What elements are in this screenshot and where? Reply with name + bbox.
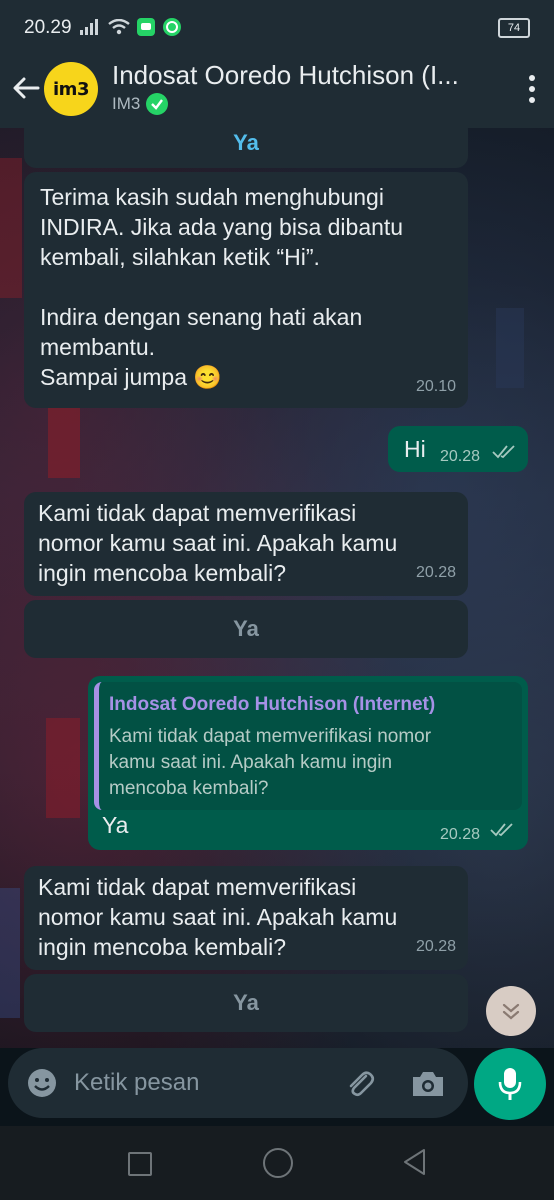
battery-indicator: 74 xyxy=(498,18,530,38)
message-time: 20.28 xyxy=(440,826,481,843)
message-text: Terima kasih sudah menghubungi INDIRA. J… xyxy=(40,184,404,390)
contact-name[interactable]: Indosat Ooredo Hutchison (I... xyxy=(112,60,484,91)
wifi-icon xyxy=(108,19,130,35)
nav-back-icon[interactable] xyxy=(402,1148,426,1176)
quoted-message[interactable]: Indosat Ooredo Hutchison (Internet) Kami… xyxy=(94,682,522,810)
read-ticks-icon xyxy=(490,823,513,837)
message-time: 20.28 xyxy=(415,938,456,955)
message-text: Kami tidak dapat memverifikasi nomor kam… xyxy=(38,500,398,586)
recents-button[interactable] xyxy=(128,1152,152,1176)
quoted-text: Kami tidak dapat memverifikasi nomor kam… xyxy=(109,726,432,799)
chat-notification-icon xyxy=(137,18,155,36)
read-ticks-icon xyxy=(492,445,515,459)
camera-icon[interactable] xyxy=(410,1068,446,1100)
scroll-down-button[interactable] xyxy=(486,986,536,1036)
quick-reply-button[interactable]: Ya xyxy=(24,600,468,658)
menu-dots-icon[interactable] xyxy=(528,74,536,104)
mic-button[interactable] xyxy=(474,1048,546,1120)
message-text: Hi xyxy=(404,436,426,462)
background-sign xyxy=(48,408,80,478)
contact-subtitle: IM3 xyxy=(112,93,169,115)
status-icons xyxy=(80,17,182,37)
incoming-message: Kami tidak dapat memverifikasi nomor kam… xyxy=(24,866,468,970)
outgoing-message: Hi 20.28 xyxy=(388,426,528,472)
home-button[interactable] xyxy=(263,1148,293,1178)
mic-icon xyxy=(498,1068,522,1100)
message-input[interactable]: Ketik pesan xyxy=(74,1069,199,1097)
verified-icon xyxy=(146,93,169,115)
attach-icon[interactable] xyxy=(342,1066,378,1102)
message-time: 20.28 xyxy=(440,448,481,465)
message-time: 20.10 xyxy=(415,378,456,395)
background-sign xyxy=(496,308,524,388)
chat-header: im3 Indosat Ooredo Hutchison (I... IM3 xyxy=(0,56,554,128)
avatar-logo-text: im3 xyxy=(53,78,89,100)
scroll-down-icon xyxy=(502,1003,520,1020)
status-bar: 20.29 74 xyxy=(0,0,554,56)
incoming-message: Kami tidak dapat memverifikasi nomor kam… xyxy=(24,492,468,596)
background-sign xyxy=(46,718,80,818)
message-text: Ya xyxy=(102,812,129,838)
contact-subtitle-text: IM3 xyxy=(112,94,141,113)
message-time: 20.28 xyxy=(415,564,456,581)
chat-area[interactable]: Ya Terima kasih sudah menghubungi INDIRA… xyxy=(0,128,554,1048)
status-time: 20.29 xyxy=(24,17,72,38)
quick-reply-button[interactable]: Ya xyxy=(24,128,468,168)
whatsapp-notification-icon xyxy=(163,18,181,36)
signal-icon xyxy=(80,19,98,35)
incoming-message: Terima kasih sudah menghubungi INDIRA. J… xyxy=(24,172,468,408)
outgoing-reply-message: Indosat Ooredo Hutchison (Internet) Kami… xyxy=(88,676,528,850)
message-input-bar: Ketik pesan xyxy=(8,1048,468,1118)
message-text: Kami tidak dapat memverifikasi nomor kam… xyxy=(38,874,398,960)
emoji-icon[interactable] xyxy=(26,1067,58,1099)
quick-reply-button[interactable]: Ya xyxy=(24,974,468,1032)
back-arrow-icon[interactable] xyxy=(10,72,42,104)
background-sign xyxy=(0,158,22,298)
avatar[interactable]: im3 xyxy=(44,62,98,116)
quoted-sender: Indosat Ooredo Hutchison (Internet) xyxy=(109,694,436,715)
background-sign xyxy=(0,888,20,1018)
system-nav-bar xyxy=(0,1126,554,1200)
